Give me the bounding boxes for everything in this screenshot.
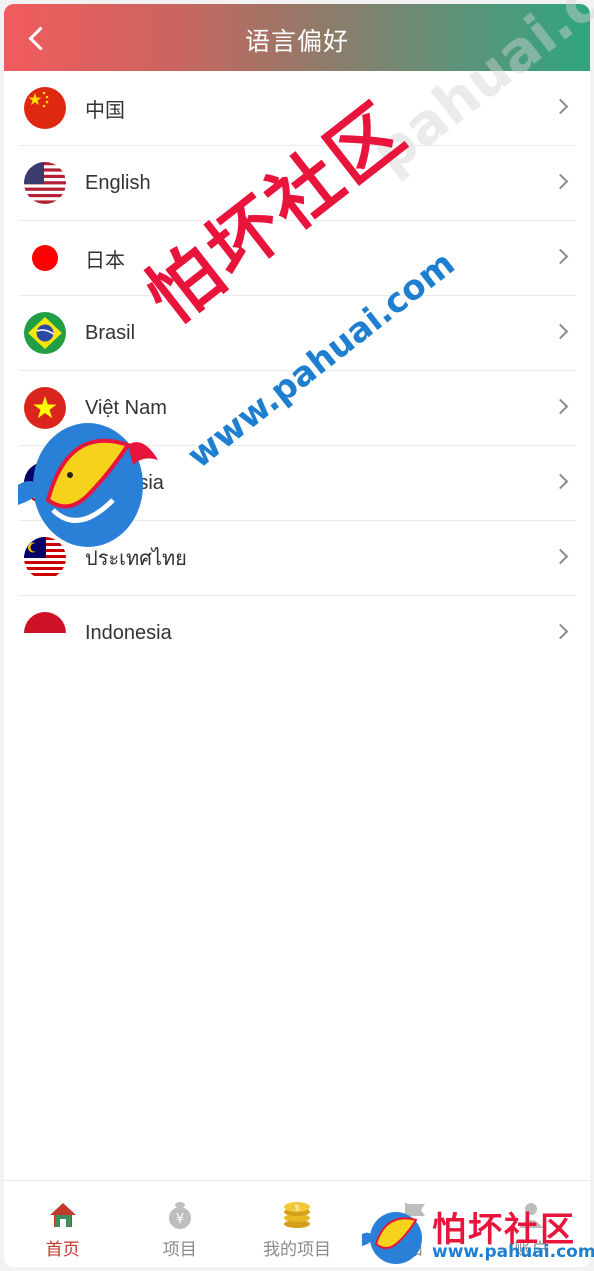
language-label: Brasil bbox=[85, 321, 136, 344]
user-icon bbox=[515, 1199, 547, 1231]
language-item-japan[interactable]: 日本 bbox=[19, 221, 576, 296]
chevron-right-icon bbox=[552, 98, 569, 115]
language-item-thailand[interactable]: ประเทศไทย bbox=[19, 521, 576, 596]
language-label: 中国 bbox=[85, 99, 125, 122]
money-bag-icon: ¥ bbox=[164, 1199, 196, 1231]
svg-text:¥: ¥ bbox=[176, 1212, 184, 1227]
language-item-china[interactable]: 中国 bbox=[19, 71, 576, 146]
chevron-right-icon bbox=[552, 548, 569, 565]
language-label: English bbox=[85, 171, 151, 194]
language-list: 中国 English 日本 Brasil Việt Nam Malaysia ป… bbox=[19, 71, 576, 660]
language-label: 日本 bbox=[85, 249, 125, 272]
header-bar: 语言偏好 bbox=[4, 4, 590, 71]
malaysia-flag-icon bbox=[24, 537, 66, 579]
tab-knowledge[interactable]: 知 bbox=[356, 1181, 473, 1267]
chevron-right-icon bbox=[552, 473, 569, 490]
content-blank-area bbox=[4, 660, 590, 1180]
language-item-malaysia[interactable]: Malaysia bbox=[19, 446, 576, 521]
svg-text:$: $ bbox=[294, 1203, 299, 1212]
language-label: Việt Nam bbox=[85, 396, 167, 419]
vietnam-flag-icon bbox=[24, 387, 66, 429]
language-label: Indonesia bbox=[85, 621, 172, 644]
language-item-indonesia[interactable]: Indonesia bbox=[19, 596, 576, 660]
home-icon bbox=[47, 1199, 79, 1231]
chevron-right-icon bbox=[552, 623, 569, 640]
indonesia-flag-icon bbox=[24, 612, 66, 654]
tab-label: 项目 bbox=[162, 1240, 197, 1260]
chevron-right-icon bbox=[552, 248, 569, 265]
tab-label: 我的项目 bbox=[263, 1240, 331, 1260]
chevron-right-icon bbox=[552, 398, 569, 415]
tab-label: 账户 bbox=[514, 1240, 549, 1260]
tab-label: 首页 bbox=[45, 1240, 80, 1260]
coins-icon: $ bbox=[281, 1199, 313, 1231]
tab-label: 知 bbox=[405, 1240, 423, 1260]
bottom-tab-bar: 首页 ¥ 项目 $ 我的项目 知 账户 bbox=[4, 1180, 590, 1267]
chevron-right-icon bbox=[552, 323, 569, 340]
brazil-flag-icon bbox=[24, 312, 66, 354]
back-button[interactable] bbox=[18, 20, 54, 56]
tab-projects[interactable]: ¥ 项目 bbox=[121, 1181, 238, 1267]
language-item-english[interactable]: English bbox=[19, 146, 576, 221]
app-window: 语言偏好 中国 English 日本 Brasil Việt Nam Malay… bbox=[4, 4, 590, 1267]
chevron-left-icon bbox=[27, 25, 53, 51]
malaysia-flag-icon bbox=[24, 462, 66, 504]
chevron-right-icon bbox=[552, 173, 569, 190]
tab-home[interactable]: 首页 bbox=[4, 1181, 121, 1267]
tab-account[interactable]: 账户 bbox=[473, 1181, 590, 1267]
flag-icon bbox=[398, 1199, 430, 1231]
japan-flag-icon bbox=[24, 237, 66, 279]
usa-flag-icon bbox=[24, 162, 66, 204]
china-flag-icon bbox=[24, 87, 66, 129]
language-label: ประเทศไทย bbox=[85, 548, 187, 570]
page-title: 语言偏好 bbox=[244, 26, 349, 56]
language-item-vietnam[interactable]: Việt Nam bbox=[19, 371, 576, 446]
language-item-brazil[interactable]: Brasil bbox=[19, 296, 576, 371]
language-label: Malaysia bbox=[85, 471, 164, 494]
tab-my-projects[interactable]: $ 我的项目 bbox=[238, 1181, 355, 1267]
